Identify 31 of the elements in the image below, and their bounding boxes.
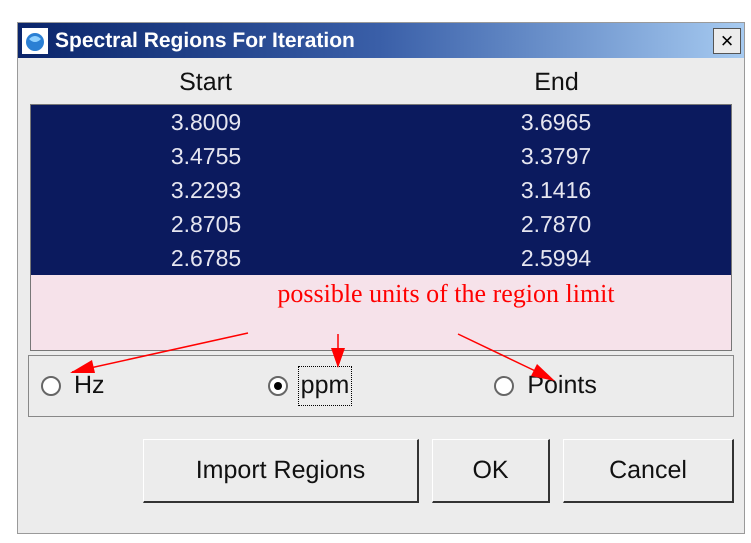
table-row[interactable]: 3.2293 3.1416 <box>31 173 731 207</box>
table-row[interactable]: 3.4755 3.3797 <box>31 139 731 173</box>
dialog-button[interactable]: Cancel <box>563 439 734 503</box>
annotation-arrow <box>331 334 345 368</box>
window-title: Spectral Regions For Iteration <box>55 28 356 54</box>
radio-label[interactable]: Hz <box>71 366 108 406</box>
radio-label[interactable]: Points <box>524 366 600 406</box>
radio-button[interactable] <box>268 376 288 396</box>
table-cell-text: 2.7870 <box>520 210 592 239</box>
table-cell-text: 2.8705 <box>170 210 242 239</box>
column-header: Start <box>179 67 232 98</box>
table-cell-text: 3.1416 <box>520 176 592 205</box>
table-cell-text: 3.4755 <box>170 142 242 171</box>
app-icon <box>21 26 49 54</box>
table-cell-text: 2.5994 <box>520 244 592 273</box>
annotation-text: possible units of the region limit <box>277 281 615 307</box>
column-header: End <box>534 67 579 98</box>
radio-label[interactable]: ppm <box>298 366 352 406</box>
table-cell-text: 3.2293 <box>170 176 242 205</box>
dialog-button[interactable]: OK <box>432 439 550 503</box>
table-row[interactable]: 2.6785 2.5994 <box>31 241 731 275</box>
dialog-button[interactable]: Import Regions <box>143 439 419 503</box>
table-cell-text: 3.6965 <box>520 108 592 137</box>
close-button[interactable]: × <box>713 28 741 54</box>
radio-button[interactable] <box>41 376 61 396</box>
table-row[interactable]: 3.8009 3.6965 <box>31 105 731 139</box>
table-row[interactable]: 2.8705 2.7870 <box>31 207 731 241</box>
table-cell-text: 3.3797 <box>520 142 592 171</box>
table-cell-text: 2.6785 <box>170 244 242 273</box>
radio-button[interactable] <box>494 376 514 396</box>
table-cell-text: 3.8009 <box>170 108 242 137</box>
